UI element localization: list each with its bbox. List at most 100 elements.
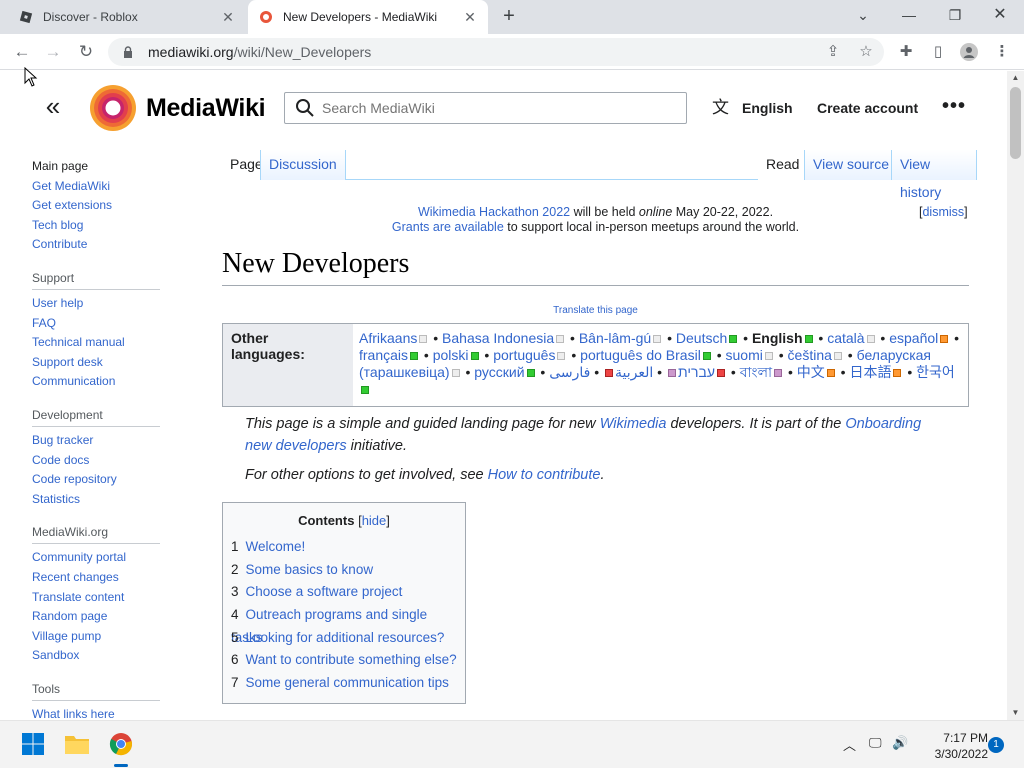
tab-search-icon[interactable]: ⌄: [849, 4, 877, 26]
new-tab-button[interactable]: +: [498, 6, 520, 28]
volume-icon[interactable]: 🔊: [892, 735, 908, 751]
tray-chevron-icon[interactable]: ︿: [843, 735, 856, 754]
wikimedia-link[interactable]: Wikimedia: [600, 416, 667, 432]
windows-start-icon[interactable]: [18, 729, 48, 759]
sidebar-link[interactable]: FAQ: [32, 314, 160, 334]
search-input[interactable]: [322, 100, 662, 116]
language-link[interactable]: čeština: [788, 347, 832, 363]
search-box[interactable]: [284, 92, 687, 124]
bookmark-star-icon[interactable]: ☆: [854, 39, 878, 65]
address-bar[interactable]: mediawiki.org/wiki/New_Developers: [108, 38, 884, 66]
hackathon-link[interactable]: Wikimedia Hackathon 2022: [418, 205, 570, 219]
toc-item[interactable]: 5 Looking for additional resources?: [231, 627, 457, 650]
dismiss-link[interactable]: dismiss: [922, 205, 964, 219]
toc-item[interactable]: 3 Choose a software project: [231, 581, 457, 604]
menu-kebab-icon[interactable]: ⋮: [990, 39, 1014, 65]
language-link[interactable]: עברית: [678, 364, 715, 380]
scroll-down-arrow[interactable]: ▼: [1007, 706, 1024, 720]
language-link[interactable]: 한국어: [916, 364, 955, 380]
language-button[interactable]: 文 English: [712, 98, 793, 118]
sidebar-link[interactable]: Code repository: [32, 470, 160, 490]
toc-item[interactable]: 2 Some basics to know: [231, 559, 457, 582]
language-link[interactable]: português: [493, 347, 555, 363]
language-link[interactable]: português do Brasil: [580, 347, 701, 363]
minimize-button[interactable]: —: [895, 4, 923, 26]
sidebar-link[interactable]: Bug tracker: [32, 431, 160, 451]
language-link[interactable]: Bahasa Indonesia: [442, 330, 554, 346]
toc-item[interactable]: 6 Want to contribute something else?: [231, 649, 457, 672]
sidebar-link[interactable]: Sandbox: [32, 646, 160, 666]
tab-new-developers[interactable]: New Developers - MediaWiki ✕: [248, 0, 488, 34]
lock-icon[interactable]: [120, 44, 136, 60]
toc-item[interactable]: 4 Outreach programs and single tasks: [231, 604, 457, 645]
forward-button[interactable]: →: [40, 39, 66, 65]
sidebar-link[interactable]: Contribute: [32, 235, 160, 255]
close-window-button[interactable]: ✕: [986, 4, 1014, 26]
language-link[interactable]: català: [827, 330, 864, 346]
side-panel-icon[interactable]: ▯: [926, 39, 950, 65]
tab-view-source[interactable]: View source: [804, 150, 898, 180]
toc-link[interactable]: Some basics to know: [246, 562, 374, 577]
toc-link[interactable]: Welcome!: [246, 539, 306, 554]
toc-item[interactable]: 7 Some general communication tips: [231, 672, 457, 695]
sidebar-link[interactable]: Support desk: [32, 353, 160, 373]
sidebar-link[interactable]: Recent changes: [32, 568, 160, 588]
sidebar-link[interactable]: Tech blog: [32, 216, 160, 236]
page-scrollbar[interactable]: ▲ ▼: [1007, 71, 1024, 720]
language-link[interactable]: Deutsch: [676, 330, 727, 346]
sidebar-link[interactable]: Communication: [32, 372, 160, 392]
toc-link[interactable]: Choose a software project: [246, 584, 403, 599]
profile-avatar-icon[interactable]: [957, 39, 981, 65]
language-link[interactable]: 日本語: [849, 364, 891, 380]
language-link[interactable]: العربية: [615, 364, 653, 380]
tab-roblox[interactable]: Discover - Roblox ✕: [8, 0, 246, 34]
sidebar-link[interactable]: Technical manual: [32, 333, 160, 353]
toc-hide-link[interactable]: hide: [362, 513, 387, 528]
mediawiki-logo-icon[interactable]: [88, 83, 138, 133]
scroll-up-arrow[interactable]: ▲: [1007, 71, 1024, 85]
sidebar-link[interactable]: Get MediaWiki: [32, 177, 160, 197]
sidebar-link[interactable]: Translate content: [32, 588, 160, 608]
taskbar-clock[interactable]: 7:17 PM 3/30/2022: [918, 730, 988, 762]
tab-read[interactable]: Read: [758, 150, 808, 180]
toc-link[interactable]: Want to contribute something else?: [246, 652, 457, 667]
close-icon[interactable]: ✕: [220, 9, 236, 25]
language-link[interactable]: suomi: [726, 347, 763, 363]
more-options-icon[interactable]: •••: [942, 95, 966, 118]
sidebar-link[interactable]: Community portal: [32, 548, 160, 568]
how-to-contribute-link[interactable]: How to contribute: [488, 467, 601, 483]
language-link[interactable]: বাংলা: [740, 364, 772, 380]
toc-item[interactable]: 1 Welcome!: [231, 536, 457, 559]
network-icon[interactable]: 🖵: [869, 735, 882, 751]
create-account-link[interactable]: Create account: [817, 100, 918, 116]
chrome-icon[interactable]: [106, 729, 136, 759]
language-link[interactable]: فارسی: [549, 364, 590, 380]
scroll-thumb[interactable]: [1010, 87, 1021, 159]
sidebar-link[interactable]: What links here: [32, 705, 160, 720]
back-button[interactable]: ←: [9, 39, 35, 65]
sidebar-link[interactable]: Get extensions: [32, 196, 160, 216]
language-link[interactable]: English: [752, 330, 803, 346]
language-link[interactable]: 中文: [797, 364, 825, 380]
toc-link[interactable]: Some general communication tips: [246, 675, 449, 690]
language-link[interactable]: polski: [433, 347, 469, 363]
collapse-sidebar-icon[interactable]: «: [40, 93, 66, 121]
language-link[interactable]: español: [889, 330, 938, 346]
language-link[interactable]: français: [359, 347, 408, 363]
toc-link[interactable]: Looking for additional resources?: [246, 630, 445, 645]
reload-button[interactable]: ↻: [73, 39, 99, 65]
grants-link[interactable]: Grants are available: [392, 220, 504, 234]
notification-badge[interactable]: 1: [988, 737, 1004, 753]
language-link[interactable]: Bân-lâm-gú: [579, 330, 651, 346]
language-link[interactable]: Afrikaans: [359, 330, 417, 346]
sidebar-link[interactable]: User help: [32, 294, 160, 314]
sidebar-link[interactable]: Code docs: [32, 451, 160, 471]
sidebar-link[interactable]: Main page: [32, 157, 160, 177]
tab-discussion[interactable]: Discussion: [260, 150, 346, 180]
site-wordmark[interactable]: MediaWiki: [146, 94, 266, 123]
share-icon[interactable]: ⇪: [821, 39, 845, 65]
restore-button[interactable]: ❐: [941, 4, 969, 26]
language-link[interactable]: русский: [474, 364, 524, 380]
extensions-icon[interactable]: ✚: [894, 39, 918, 65]
sidebar-link[interactable]: Village pump: [32, 627, 160, 647]
